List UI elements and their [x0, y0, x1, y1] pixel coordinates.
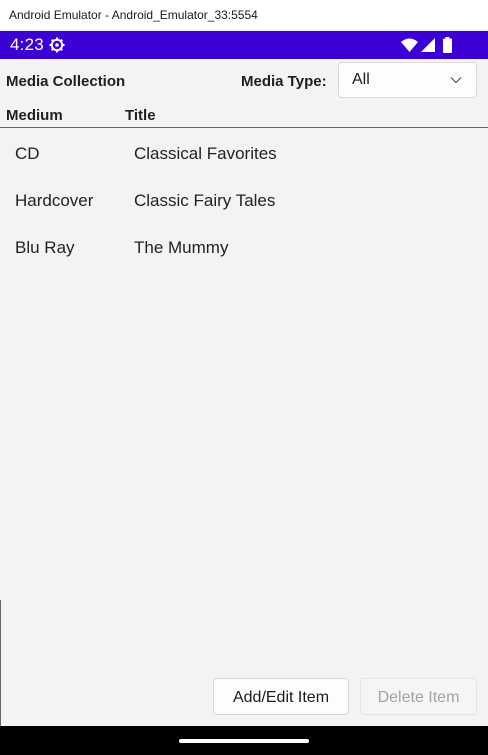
chevron-down-icon: [450, 77, 462, 84]
add-edit-item-button[interactable]: Add/Edit Item: [213, 678, 349, 715]
delete-item-button[interactable]: Delete Item: [360, 678, 477, 715]
list-item-title: Classic Fairy Tales: [134, 191, 276, 210]
list-item-medium: CD: [15, 144, 40, 163]
column-header-medium: Medium: [6, 107, 63, 124]
media-type-dropdown[interactable]: All: [338, 62, 477, 98]
emulator-window: Android Emulator - Android_Emulator_33:5…: [0, 0, 488, 755]
signal-icon: [421, 38, 435, 52]
window-edge-line: [0, 600, 1, 726]
list-item-medium: Blu Ray: [15, 238, 75, 257]
app-content: Media Collection Media Type: All Medium …: [0, 59, 488, 726]
gesture-handle[interactable]: [179, 739, 309, 743]
status-time: 4:23: [10, 35, 44, 54]
list-item-medium: Hardcover: [15, 191, 94, 210]
wifi-icon: [401, 38, 418, 52]
list-item-title: The Mummy: [134, 238, 229, 257]
battery-icon: [443, 37, 452, 53]
list-item[interactable]: Blu Ray The Mummy: [0, 222, 488, 269]
column-header-title: Title: [125, 107, 156, 124]
android-navigation-bar: [0, 726, 488, 755]
page-title: Media Collection: [6, 73, 126, 90]
window-title: Android Emulator - Android_Emulator_33:5…: [9, 8, 258, 22]
android-status-bar: 4:23: [0, 31, 488, 59]
list-item[interactable]: Hardcover Classic Fairy Tales: [0, 175, 488, 222]
media-type-selected-value: All: [352, 71, 370, 88]
media-type-label: Media Type:: [241, 73, 327, 90]
list-item[interactable]: CD Classical Favorites: [0, 128, 488, 175]
settings-gear-icon: [49, 37, 65, 53]
list-item-title: Classical Favorites: [134, 144, 277, 163]
window-titlebar[interactable]: Android Emulator - Android_Emulator_33:5…: [0, 0, 488, 31]
